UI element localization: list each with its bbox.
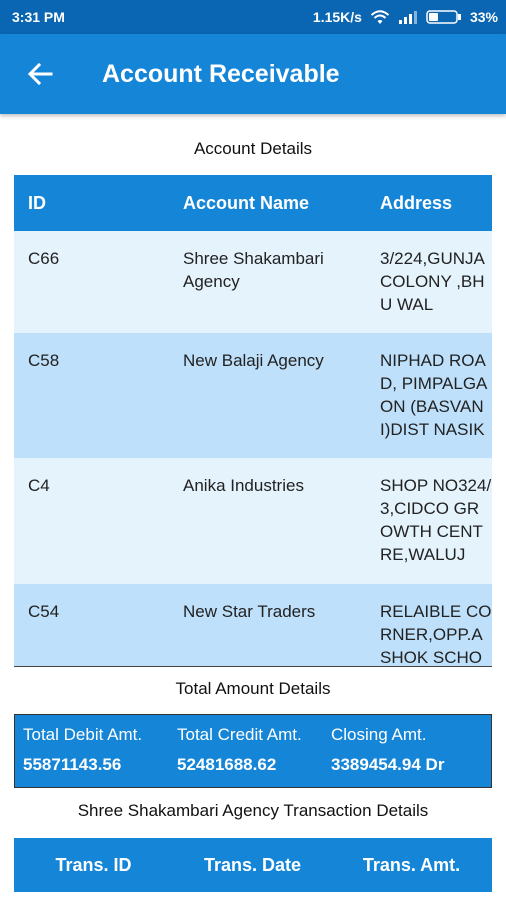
column-header-address: Address [380,192,453,213]
total-debit-label: Total Debit Amt. [23,725,143,744]
cell-address: NIPHAD ROAD, PIMPALGAON (BASVANI)DIST NA… [380,351,488,439]
signal-icon [398,10,418,24]
cell-account-name: Anika Industries [183,476,304,495]
transaction-details-title: Shree Shakambari Agency Transaction Deta… [77,801,429,820]
status-indicators: 1.15K/s 33% [313,9,498,25]
account-table-header: ID Account Name Address [14,175,492,231]
battery-icon [426,9,462,25]
total-amount-title: Total Amount Details [175,679,331,698]
network-speed: 1.15K/s [312,9,362,25]
table-row[interactable]: C66 Shree Shakambari Agency 3/224,GUNJA … [14,231,492,333]
cell-id: C58 [28,351,60,370]
account-details-title: Account Details [193,139,313,158]
column-header-trans-id: Trans. ID [55,854,132,875]
arrow-left-icon [27,62,53,86]
cell-account-name: New Star Traders [183,602,316,621]
column-header-trans-amt: Trans. Amt. [362,854,461,875]
table-row[interactable]: C58 New Balaji Agency NIPHAD ROAD, PIMPA… [14,333,492,458]
column-header-id: ID [28,192,46,213]
status-time: 3:31 PM [12,9,65,25]
status-bar: 3:31 PM 1.15K/s 33% [0,0,506,34]
closing-amount-value: 3389454.94 Dr [331,755,445,774]
total-credit-value: 52481688.62 [177,755,277,774]
cell-account-name: Shree Shakambari Agency [183,249,324,291]
table-row[interactable]: C4 Anika Industries SHOP NO324/3,CIDCO G… [14,458,492,584]
wifi-icon [370,9,390,25]
cell-account-name: New Balaji Agency [183,351,324,370]
cell-address: RELAIBLE CORNER,OPP.ASHOK SCHOOL,PAKHAL [380,602,492,667]
table-row[interactable]: C54 New Star Traders RELAIBLE CORNER,OPP… [14,584,492,667]
closing-amount-label: Closing Amt. [331,725,427,744]
battery-level: 33% [469,9,498,25]
total-credit-label: Total Credit Amt. [177,725,302,744]
cell-id: C66 [28,249,60,268]
column-header-account-name: Account Name [183,192,310,213]
cell-id: C54 [28,602,60,621]
app-bar: Account Receivable [0,34,506,114]
back-button[interactable] [0,34,80,114]
cell-address: SHOP NO324/3,CIDCO GROWTH CENTRE,WALUJ [380,476,492,564]
cell-id: C4 [28,476,50,495]
cell-address: 3/224,GUNJA COLONY ,BHU WAL [380,249,485,314]
totals-panel: Total Debit Amt. Total Credit Amt. Closi… [14,714,492,788]
account-table[interactable]: ID Account Name Address C66 Shree Shakam… [14,175,492,667]
page-title: Account Receivable [102,59,340,88]
column-header-trans-date: Trans. Date [203,854,302,875]
transaction-table-header: Trans. ID Trans. Date Trans. Amt. [14,838,492,892]
total-debit-value: 55871143.56 [23,755,122,774]
